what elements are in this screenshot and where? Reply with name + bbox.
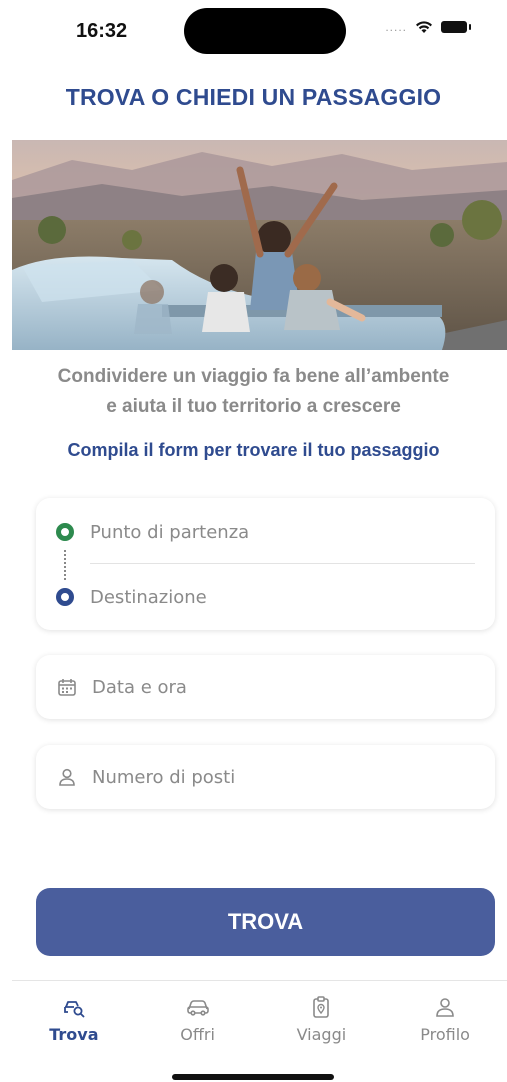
tab-viaggi-label: Viaggi — [296, 1025, 347, 1044]
departure-placeholder: Punto di partenza — [90, 521, 250, 543]
hero-image — [12, 140, 507, 350]
tagline: Condividere un viaggio fa bene all’amben… — [0, 362, 507, 422]
tagline-line-1: Condividere un viaggio fa bene all’amben… — [57, 366, 450, 387]
route-divider — [90, 563, 475, 564]
car-icon — [186, 1000, 209, 1016]
find-button[interactable]: TROVA — [36, 888, 495, 956]
profile-user-icon — [436, 998, 454, 1017]
signal-dots: ..... — [385, 20, 407, 34]
calendar-icon — [58, 679, 76, 696]
tab-viaggi[interactable]: Viaggi — [260, 981, 384, 1050]
departure-field[interactable]: Punto di partenza — [56, 517, 475, 547]
user-icon — [59, 768, 75, 786]
tab-bar: Trova Offri Viaggi Profilo — [12, 980, 507, 1050]
tab-profilo-label: Profilo — [420, 1025, 470, 1044]
tab-trova[interactable]: Trova — [12, 981, 136, 1050]
battery-icon — [441, 21, 471, 33]
home-indicator — [172, 1074, 334, 1080]
dynamic-island — [184, 8, 346, 54]
hero-illustration — [12, 140, 507, 350]
tab-trova-label: Trova — [49, 1025, 99, 1044]
datetime-placeholder: Data e ora — [92, 676, 187, 698]
status-icons: ..... — [385, 20, 471, 34]
datetime-field[interactable]: Data e ora — [56, 655, 475, 719]
page-title: TROVA O CHIEDI UN PASSAGGIO — [65, 84, 442, 110]
route-card: Punto di partenza Destinazione — [36, 498, 495, 630]
seats-card: Numero di posti — [36, 745, 495, 809]
form-hint: Compila il form per trovare il tuo passa… — [67, 440, 440, 460]
search-car-icon — [63, 1001, 85, 1018]
destination-dot-icon — [56, 588, 74, 606]
tab-offri[interactable]: Offri — [136, 981, 260, 1050]
seats-placeholder: Numero di posti — [92, 766, 236, 788]
destination-placeholder: Destinazione — [90, 586, 207, 608]
wifi-icon — [416, 21, 432, 33]
departure-dot-icon — [56, 523, 74, 541]
tab-offri-label: Offri — [180, 1025, 215, 1044]
datetime-card: Data e ora — [36, 655, 495, 719]
tab-profilo[interactable]: Profilo — [383, 981, 507, 1050]
tagline-line-2: e aiuta il tuo territorio a crescere — [106, 396, 401, 417]
trip-clipboard-icon — [313, 996, 330, 1018]
seats-field[interactable]: Numero di posti — [56, 745, 475, 809]
status-time: 16:32 — [76, 20, 128, 42]
destination-field[interactable]: Destinazione — [56, 582, 475, 612]
status-bar: 16:32 ..... — [0, 0, 507, 62]
route-connector — [64, 550, 66, 580]
